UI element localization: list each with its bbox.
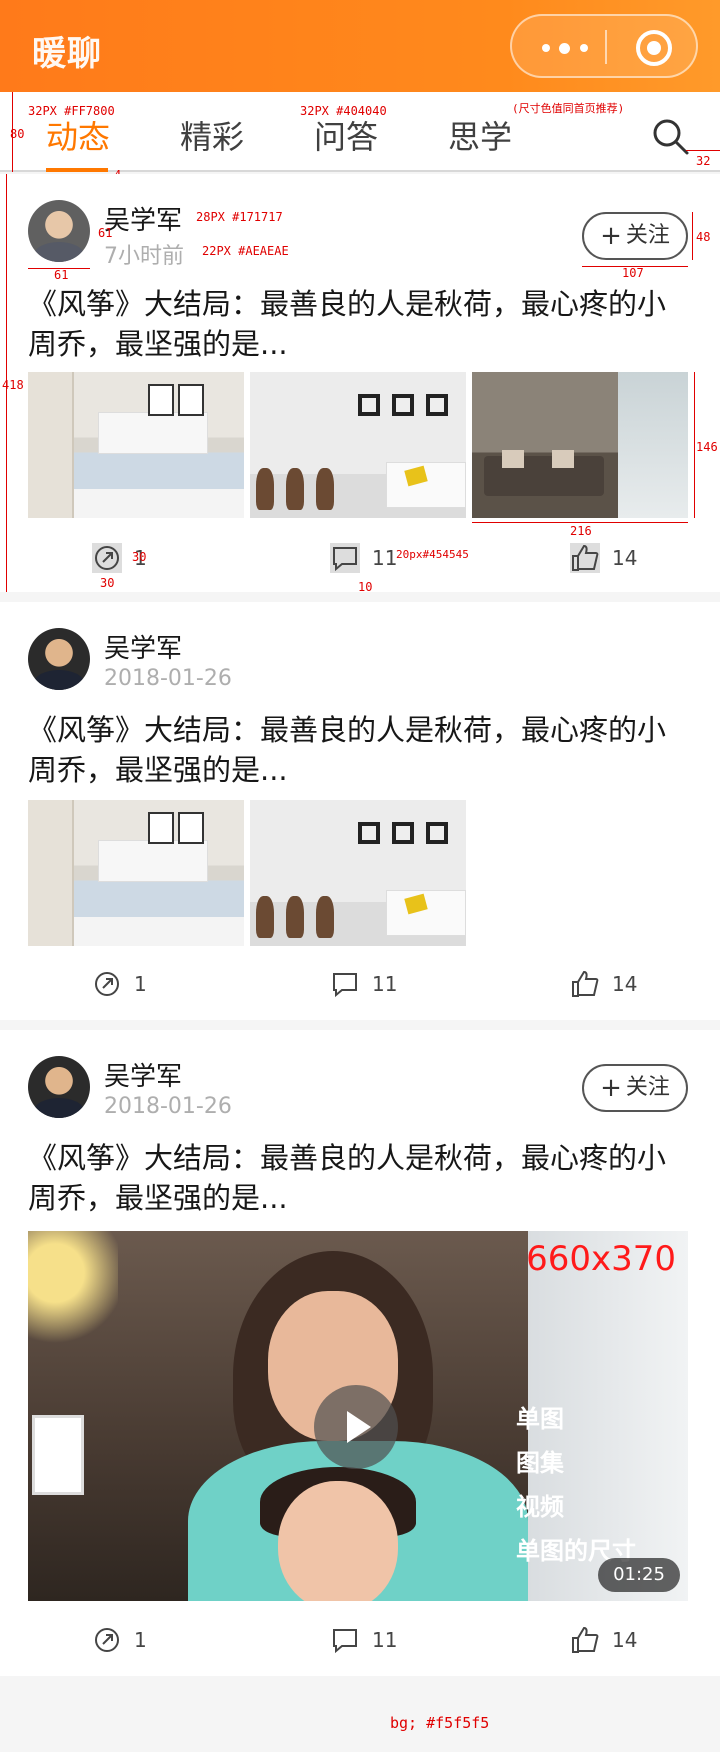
annotation-48: 48 xyxy=(696,230,711,244)
post-image-bedroom[interactable] xyxy=(28,800,244,946)
post-time: 2018-01-26 xyxy=(104,1094,232,1119)
annotation-80: 80 xyxy=(10,127,25,141)
post-image-livingroom[interactable] xyxy=(472,372,688,518)
author-name: 吴学军 xyxy=(104,1062,183,1092)
share-action[interactable]: 1 xyxy=(92,1620,147,1660)
annotation-61-w: 61 xyxy=(54,268,69,282)
avatar[interactable] xyxy=(28,628,90,690)
capsule-divider xyxy=(605,30,607,64)
label-video: 视频 xyxy=(516,1493,564,1521)
comment-count: 11 xyxy=(372,1628,398,1652)
annotation-tab-active: 32PX #FF7800 xyxy=(28,104,115,118)
video-type-labels: 单图 图集 视频 单图的尺寸 xyxy=(516,1397,636,1573)
post-actions: 1 11 14 xyxy=(0,538,720,578)
annotation-header-note: (尺寸色值同首页推荐) xyxy=(512,102,625,115)
tab-jingcai[interactable]: 精彩 xyxy=(180,112,244,158)
like-count: 14 xyxy=(612,972,638,996)
annotation-name-spec: 28PX #171717 xyxy=(196,210,283,224)
follow-button[interactable]: + 关注 xyxy=(582,212,688,260)
post-actions: 1 11 14 xyxy=(0,1620,720,1660)
author-name: 吴学军 xyxy=(104,206,183,236)
app-title: 暖聊 xyxy=(32,34,102,74)
annotation-tab-normal: 32PX #404040 xyxy=(300,104,387,118)
tab-sixue[interactable]: 思学 xyxy=(448,112,512,158)
comment-icon xyxy=(333,1629,357,1654)
post-image-bedroom[interactable] xyxy=(28,372,244,518)
share-action[interactable]: 1 xyxy=(92,964,147,1004)
annotation-107: 107 xyxy=(622,266,644,280)
post-title[interactable]: 《风筝》大结局：最善良的人是秋荷，最心疼的小周乔，最坚强的是... xyxy=(28,710,692,790)
avatar[interactable] xyxy=(28,1056,90,1118)
post-actions: 1 11 14 xyxy=(0,964,720,1004)
like-count: 14 xyxy=(612,1628,638,1652)
more-dots-icon[interactable] xyxy=(542,43,592,54)
search-icon[interactable] xyxy=(650,116,690,156)
comment-action[interactable]: 11 xyxy=(330,964,397,1004)
post-video[interactable]: 660x370 单图 图集 视频 单图的尺寸 01:25 xyxy=(28,1231,688,1601)
plus-icon: + xyxy=(600,1073,622,1103)
like-action[interactable]: 14 xyxy=(570,1620,637,1660)
mini-program-capsule xyxy=(510,14,698,78)
label-gallery: 图集 xyxy=(516,1449,564,1477)
label-single-image: 单图 xyxy=(516,1405,564,1433)
annotation-time-spec: 22PX #AEAEAE xyxy=(202,244,289,258)
thumbs-up-icon xyxy=(572,1626,599,1653)
annotation-line xyxy=(692,212,693,260)
post-image-vases[interactable] xyxy=(250,372,466,518)
comment-action[interactable]: 11 xyxy=(330,1620,397,1660)
comment-icon xyxy=(333,973,357,998)
tab-wenda[interactable]: 问答 xyxy=(314,112,378,158)
comment-action[interactable]: 11 xyxy=(330,538,397,578)
follow-button[interactable]: + 关注 xyxy=(582,1064,688,1112)
like-action[interactable]: 14 xyxy=(570,964,637,1004)
annotation-61-h: 61 xyxy=(98,226,113,240)
share-count: 1 xyxy=(134,1628,147,1652)
post-time: 2018-01-26 xyxy=(104,666,232,691)
post-card[interactable]: 吴学军 2018-01-26 《风筝》大结局：最善良的人是秋荷，最心疼的小周乔，… xyxy=(0,602,720,1020)
follow-label: 关注 xyxy=(625,1075,670,1100)
annotation-418: 418 xyxy=(2,378,24,392)
plus-icon: + xyxy=(600,221,622,251)
author-name: 吴学军 xyxy=(104,634,183,664)
comment-count: 11 xyxy=(372,546,398,570)
tab-dongtai[interactable]: 动态 xyxy=(46,112,110,158)
share-count: 1 xyxy=(134,972,147,996)
annotation-line xyxy=(694,372,695,518)
annotation-146: 146 xyxy=(696,440,718,454)
comment-icon xyxy=(330,543,360,573)
annotation-action-spec: 20px#454545 xyxy=(396,548,469,561)
target-icon[interactable] xyxy=(636,30,672,66)
post-time: 7小时前 xyxy=(104,244,184,269)
post-image-vases[interactable] xyxy=(250,800,466,946)
like-action[interactable]: 14 xyxy=(570,538,637,578)
photo-frame xyxy=(32,1415,84,1495)
annotation-bg-color: bg; #f5f5f5 xyxy=(390,1714,490,1732)
share-icon xyxy=(92,543,122,573)
post-title[interactable]: 《风筝》大结局：最善良的人是秋荷，最心疼的小周乔，最坚强的是... xyxy=(28,1138,692,1218)
thumbs-up-icon xyxy=(572,970,599,997)
annotation-216: 216 xyxy=(570,524,592,538)
annotation-10: 10 xyxy=(358,580,373,594)
share-icon xyxy=(95,972,119,996)
active-tab-underline xyxy=(46,168,108,172)
follow-label: 关注 xyxy=(625,223,670,248)
annotation-line xyxy=(472,522,688,523)
play-icon[interactable] xyxy=(314,1385,398,1469)
annotation-30-w: 30 xyxy=(100,576,115,590)
annotation-32: 32 xyxy=(696,154,711,168)
comment-count: 11 xyxy=(372,972,398,996)
share-icon xyxy=(95,1628,119,1652)
avatar[interactable] xyxy=(28,200,90,262)
thumbs-up-icon xyxy=(570,543,600,573)
post-title[interactable]: 《风筝》大结局：最善良的人是秋荷，最心疼的小周乔，最坚强的是... xyxy=(28,284,692,364)
annotation-30-h: 30 xyxy=(132,550,147,564)
like-count: 14 xyxy=(612,546,638,570)
video-duration: 01:25 xyxy=(598,1558,680,1592)
annotation-line xyxy=(686,150,720,151)
app-header: 暖聊 xyxy=(0,0,720,92)
video-size-label: 660x370 xyxy=(526,1239,676,1279)
